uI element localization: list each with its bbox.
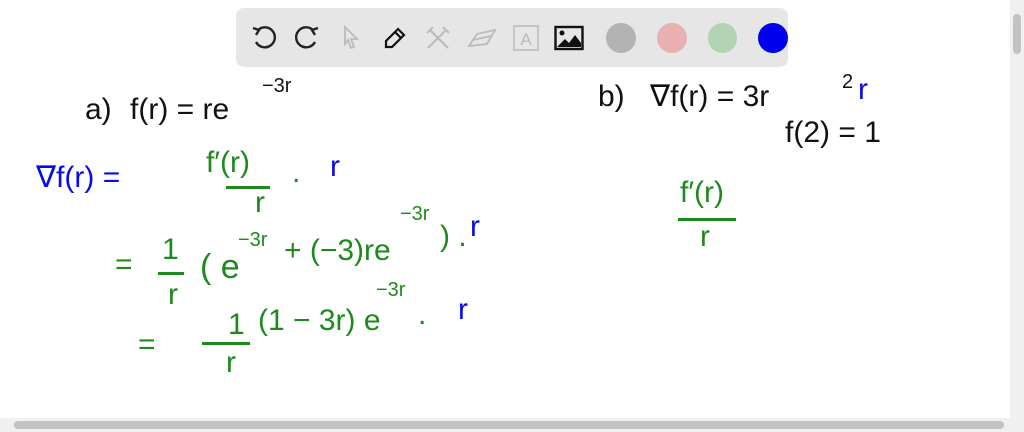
part-b-condition: f(2) = 1 [785, 116, 881, 149]
part-b-label: b) [598, 80, 625, 113]
pen-icon[interactable] [379, 22, 411, 54]
whiteboard-toolbar: A [236, 8, 788, 67]
dot: . [292, 156, 301, 189]
step2-numerator: 1 [228, 308, 245, 341]
gradient-lhs: ∇f(r) = [36, 161, 121, 194]
step1-body-a: ( e [200, 248, 240, 286]
part-b-gradient: ∇f(r) = 3r [650, 80, 770, 113]
part-a-definition-exponent: −3r [262, 75, 292, 97]
color-blue[interactable] [758, 22, 788, 53]
step1-r-vector: r [470, 210, 480, 243]
step1-denominator: r [168, 278, 178, 311]
step2-denominator: r [226, 346, 236, 379]
part-b-square: 2 [842, 71, 854, 93]
step2-body: (1 − 3r) e [258, 304, 381, 337]
vertical-scrollbar[interactable] [1010, 0, 1024, 418]
step1-fraction-bar [158, 272, 184, 275]
tools-icon[interactable] [423, 22, 455, 54]
text-icon[interactable]: A [510, 22, 542, 54]
part-a-definition: f(r) = re [130, 93, 230, 126]
step2-exponent: −3r [376, 279, 406, 301]
step2-equals: = [138, 328, 156, 361]
part-b-r-vector: r [858, 73, 868, 106]
color-green[interactable] [707, 22, 738, 53]
color-red[interactable] [656, 22, 687, 53]
step1-numerator: 1 [162, 233, 179, 266]
horizontal-scrollbar[interactable] [0, 418, 1024, 432]
eraser-icon[interactable] [466, 22, 498, 54]
step2-r-vector: r [458, 293, 468, 326]
redo-icon[interactable] [292, 22, 324, 54]
step1-exponent-a: −3r [238, 229, 268, 251]
color-gray[interactable] [606, 22, 636, 53]
step1-exponent-b: −3r [400, 203, 430, 225]
step2-fraction-bar [202, 342, 250, 345]
text-tool-label: A [520, 30, 532, 49]
vertical-scroll-thumb[interactable] [1013, 14, 1021, 54]
horizontal-scroll-thumb[interactable] [14, 421, 1004, 429]
part-b-fraction-numerator: f′(r) [680, 176, 724, 209]
step1-close: ) . [440, 220, 467, 253]
step1-equals: = [115, 248, 133, 281]
select-icon[interactable] [335, 22, 367, 54]
part-a-label: a) [85, 93, 112, 126]
r-vector: r [330, 150, 340, 183]
step1-body-b: + (−3)re [284, 234, 391, 267]
image-icon[interactable] [554, 22, 586, 54]
fraction-numerator: f′(r) [206, 146, 250, 179]
fraction-denominator: r [255, 186, 265, 219]
step2-dot: . [418, 298, 427, 331]
part-b-fraction-denominator: r [700, 220, 710, 253]
undo-icon[interactable] [248, 22, 280, 54]
